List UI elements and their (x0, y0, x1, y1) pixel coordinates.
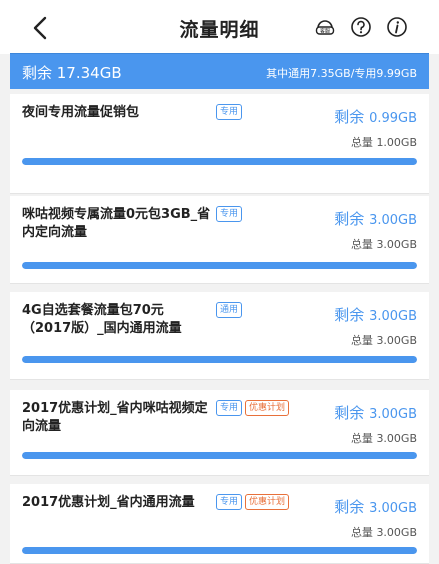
remaining-amount: 剩余 3.00GB (334, 496, 417, 517)
usage-progress-fill (22, 262, 417, 269)
total-amount: 总量 3.00GB (351, 236, 417, 252)
type-tag: 专用 (216, 400, 243, 416)
promo-tag: 优惠计划 (245, 494, 290, 510)
remaining-amount: 剩余 3.00GB (334, 304, 417, 325)
remaining-label: 剩余 (334, 210, 365, 228)
remaining-label: 剩余 (334, 108, 365, 126)
info-icon[interactable] (386, 16, 408, 38)
total-label: 总量 (350, 334, 373, 347)
usage-progress-fill (22, 547, 417, 554)
help-icon[interactable] (350, 16, 372, 38)
usage-progress-fill (22, 452, 417, 459)
page-title: 流量明细 (179, 19, 260, 41)
package-card[interactable]: 2017优惠计划_省内通用流量 专用 优惠计划 剩余 3.00GB 总量 3.00… (10, 484, 429, 564)
package-card[interactable]: 夜间专用流量促销包 专用 剩余 0.99GB 总量 1.00GB (10, 94, 429, 194)
total-remaining-banner: 剩余 17.34GB 其中通用7.35GB/专用9.99GB (10, 53, 429, 89)
usage-progress-bar (22, 158, 417, 165)
package-name: 咪咕视频专属流量0元包3GB_省内定向流量 (22, 207, 211, 240)
usage-progress-fill (22, 158, 417, 165)
package-card[interactable]: 2017优惠计划_省内咪咕视频定向流量 专用 优惠计划 剩余 3.00GB 总量 … (10, 390, 429, 476)
usage-progress-fill (22, 356, 417, 363)
remaining-amount: 剩余 3.00GB (334, 402, 417, 423)
remaining-value: 3.00GB (369, 213, 417, 228)
total-label: 总量 (350, 238, 373, 251)
total-remaining: 剩余 17.34GB (22, 64, 122, 82)
usage-progress-bar (22, 262, 417, 269)
type-tag: 通用 (216, 302, 243, 318)
type-tag: 专用 (216, 206, 243, 222)
remaining-value: 3.00GB (369, 407, 417, 422)
remaining-value: 3.00GB (369, 501, 417, 516)
package-card[interactable]: 咪咕视频专属流量0元包3GB_省内定向流量 专用 剩余 3.00GB 总量 3.… (10, 196, 429, 284)
total-amount: 总量 3.00GB (351, 430, 417, 446)
total-amount: 总量 3.00GB (351, 524, 417, 540)
total-value: 3.00GB (376, 432, 417, 445)
promo-tag: 优惠计划 (245, 400, 290, 416)
remaining-label: 剩余 (334, 498, 365, 516)
total-label: 总量 (350, 432, 373, 445)
usage-progress-bar (22, 547, 417, 554)
total-label: 总量 (350, 526, 373, 539)
remaining-amount: 剩余 3.00GB (334, 208, 417, 229)
total-value: 1.00GB (376, 136, 417, 149)
package-name: 4G自选套餐流量包70元（2017版）_国内通用流量 (22, 303, 182, 336)
remaining-value: 0.99GB (369, 111, 417, 126)
package-tags: 专用 (216, 206, 245, 225)
package-tags: 专用 优惠计划 (216, 400, 292, 419)
package-tags: 专用 (216, 104, 245, 123)
total-value: 3.00GB (376, 526, 417, 539)
usage-progress-bar (22, 452, 417, 459)
total-amount: 总量 3.00GB (351, 332, 417, 348)
package-card[interactable]: 4G自选套餐流量包70元（2017版）_国内通用流量 通用 剩余 3.00GB … (10, 292, 429, 380)
type-tag: 专用 (216, 104, 243, 120)
package-name: 2017优惠计划_省内通用流量 (22, 495, 195, 510)
usage-progress-bar (22, 356, 417, 363)
customer-service-icon[interactable]: 客服 (314, 16, 336, 38)
type-tag: 专用 (216, 494, 243, 510)
total-label: 总量 (350, 136, 373, 149)
remaining-label: 剩余 (334, 404, 365, 422)
remaining-breakdown: 其中通用7.35GB/专用9.99GB (266, 67, 417, 80)
package-name: 2017优惠计划_省内咪咕视频定向流量 (22, 401, 208, 434)
remaining-amount: 剩余 0.99GB (334, 106, 417, 127)
total-value: 3.00GB (376, 238, 417, 251)
remaining-value: 3.00GB (369, 309, 417, 324)
package-tags: 通用 (216, 302, 245, 321)
package-name: 夜间专用流量促销包 (22, 105, 140, 120)
remaining-label: 剩余 (334, 306, 365, 324)
total-value: 3.00GB (376, 334, 417, 347)
service-icon-label: 客服 (320, 28, 330, 35)
header-bar: 流量明细 客服 (0, 0, 439, 54)
total-amount: 总量 1.00GB (351, 134, 417, 150)
package-tags: 专用 优惠计划 (216, 494, 292, 513)
